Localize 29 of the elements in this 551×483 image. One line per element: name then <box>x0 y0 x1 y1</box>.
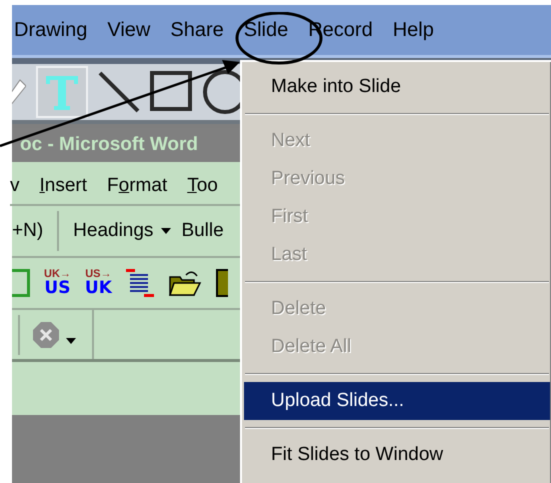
text-lines-icon[interactable] <box>126 269 154 297</box>
convert-button[interactable]: US→ UK <box>84 269 112 297</box>
caret-icon <box>66 338 76 344</box>
menu-item[interactable]: Too <box>187 172 218 200</box>
menu-item[interactable]: Slide <box>234 15 298 45</box>
stop-button[interactable] <box>32 320 76 348</box>
toolbar-button[interactable]: Bulle <box>181 216 224 246</box>
line-icon[interactable] <box>98 71 140 113</box>
frame-icon[interactable] <box>12 269 30 297</box>
menu-item[interactable]: Drawing <box>12 15 98 45</box>
menu-item[interactable]: Share <box>160 15 234 45</box>
menu-item[interactable]: Help <box>382 15 444 45</box>
headings-dropdown[interactable]: Headings <box>73 216 172 246</box>
close-icon <box>32 320 60 348</box>
menu-item[interactable]: Upload Slides... <box>244 382 550 420</box>
window-title: oc - Microsoft Word <box>20 132 198 157</box>
folder-icon[interactable] <box>168 269 202 297</box>
convert-button[interactable]: UK→ US <box>44 269 71 297</box>
menu-item[interactable]: View <box>97 15 160 45</box>
circle-icon[interactable] <box>202 69 240 115</box>
menu-item[interactable]: Format <box>107 172 168 200</box>
menu-item[interactable]: Insert <box>40 172 88 200</box>
menu-item[interactable]: Fit Slides to Window <box>244 436 550 474</box>
save-icon[interactable] <box>216 269 228 297</box>
menu-item[interactable]: v <box>10 172 20 200</box>
menu-item[interactable]: Make into Slide <box>244 68 550 106</box>
rectangle-icon[interactable] <box>150 71 192 113</box>
caret-icon <box>161 228 172 234</box>
toolbar-button[interactable]: +N) <box>12 216 44 246</box>
